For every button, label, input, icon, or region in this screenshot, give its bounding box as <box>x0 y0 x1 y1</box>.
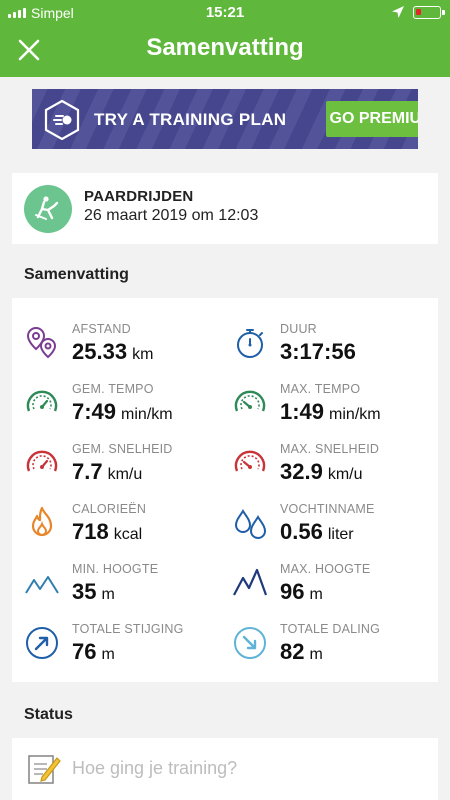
stat-label: TOTALE DALING <box>280 622 381 636</box>
stat-value: 7.7 <box>72 459 103 484</box>
stat-unit: m <box>309 646 323 663</box>
descent-arrow-icon <box>234 627 266 659</box>
distance-pins-icon <box>26 326 57 359</box>
app-header: Simpel 15:21 Samenvatting <box>0 0 450 77</box>
stat-unit: min/km <box>121 406 173 423</box>
avg-pace-gauge-icon <box>26 390 58 412</box>
location-arrow-icon <box>392 6 404 18</box>
stat-value: 718 <box>72 519 109 544</box>
ascent-arrow-icon <box>26 627 58 659</box>
stat-unit: km <box>132 346 154 363</box>
stat-unit: liter <box>327 526 354 543</box>
battery-icon <box>413 6 445 19</box>
stat-duration: DUUR 3:17:56 <box>232 322 432 378</box>
stat-value: 82 <box>280 639 305 664</box>
stat-calories: CALORIEËN 718 kcal <box>24 502 224 558</box>
stat-unit: kcal <box>113 526 143 543</box>
stat-total-descent: TOTALE DALING 82 m <box>232 622 432 678</box>
stat-distance: AFSTAND 25.33 km <box>24 322 224 378</box>
training-plan-badge-icon <box>44 100 80 140</box>
stat-value: 1:49 <box>280 399 325 424</box>
flame-icon <box>31 506 53 537</box>
stat-max-speed: MAX. SNELHEID 32.9 km/u <box>232 442 432 498</box>
stat-label: MAX. HOOGTE <box>280 562 371 576</box>
status-section-title: Status <box>24 706 73 723</box>
status-time: 15:21 <box>205 4 245 21</box>
stat-hydration: VOCHTINNAME 0.56 liter <box>232 502 432 558</box>
stat-value: 76 <box>72 639 97 664</box>
activity-datetime: 26 maart 2019 om 12:03 <box>84 207 259 224</box>
stat-value: 32.9 <box>280 459 323 484</box>
mountain-low-icon <box>25 576 59 594</box>
activity-type: PAARDRIJDEN <box>84 188 194 205</box>
stat-max-pace: MAX. TEMPO 1:49 min/km <box>232 382 432 438</box>
summary-card: AFSTAND 25.33 km DUUR 3:17:56 GEM. TEMPO … <box>12 298 438 682</box>
stat-avg-speed: GEM. SNELHEID 7.7 km/u <box>24 442 224 498</box>
stat-value: 3:17:56 <box>280 339 356 364</box>
horse-riding-icon <box>24 185 72 233</box>
notepad-pencil-icon <box>28 755 61 784</box>
activity-card: PAARDRIJDEN 26 maart 2019 om 12:03 <box>12 173 438 244</box>
stat-value: 25.33 <box>72 339 128 364</box>
stat-value: 0.56 <box>280 519 323 544</box>
stat-avg-pace: GEM. TEMPO 7:49 min/km <box>24 382 224 438</box>
stat-label: MAX. TEMPO <box>280 382 361 396</box>
stat-value: 35 <box>72 579 97 604</box>
avg-speed-gauge-icon <box>26 450 58 472</box>
status-placeholder: Hoe ging je training? <box>72 758 238 778</box>
stat-label: CALORIEËN <box>72 502 147 516</box>
summary-section-title: Samenvatting <box>24 266 129 283</box>
stat-label: MAX. SNELHEID <box>280 442 380 456</box>
stat-unit: m <box>101 586 115 603</box>
stat-label: GEM. SNELHEID <box>72 442 173 456</box>
stat-value: 96 <box>280 579 305 604</box>
stat-label: DUUR <box>280 322 317 336</box>
go-premium-button[interactable]: GO PREMIUM <box>326 101 418 137</box>
max-pace-gauge-icon <box>234 390 266 412</box>
status-input[interactable]: Hoe ging je training? <box>12 738 438 800</box>
stat-unit: m <box>309 586 323 603</box>
banner-text: TRY A TRAINING PLAN <box>94 110 287 129</box>
stat-label: VOCHTINNAME <box>280 502 375 516</box>
stat-max-altitude: MAX. HOOGTE 96 m <box>232 562 432 618</box>
stat-label: GEM. TEMPO <box>72 382 154 396</box>
mountain-high-icon <box>233 568 268 596</box>
stopwatch-icon <box>237 329 263 358</box>
stat-total-ascent: TOTALE STIJGING 76 m <box>24 622 224 678</box>
training-plan-banner[interactable]: TRY A TRAINING PLAN GO PREMIUM <box>32 89 418 149</box>
max-speed-gauge-icon <box>234 450 266 472</box>
stat-unit: min/km <box>329 406 381 423</box>
water-drops-icon <box>234 509 267 539</box>
stat-label: MIN. HOOGTE <box>72 562 159 576</box>
stat-unit: m <box>101 646 115 663</box>
stat-unit: km/u <box>327 466 363 483</box>
stat-label: TOTALE STIJGING <box>72 622 184 636</box>
page-title: Samenvatting <box>146 34 304 61</box>
stat-value: 7:49 <box>72 399 117 424</box>
stat-label: AFSTAND <box>72 322 131 336</box>
status-bar: Simpel 15:21 <box>0 0 450 26</box>
stat-min-altitude: MIN. HOOGTE 35 m <box>24 562 224 618</box>
stat-unit: km/u <box>107 466 143 483</box>
